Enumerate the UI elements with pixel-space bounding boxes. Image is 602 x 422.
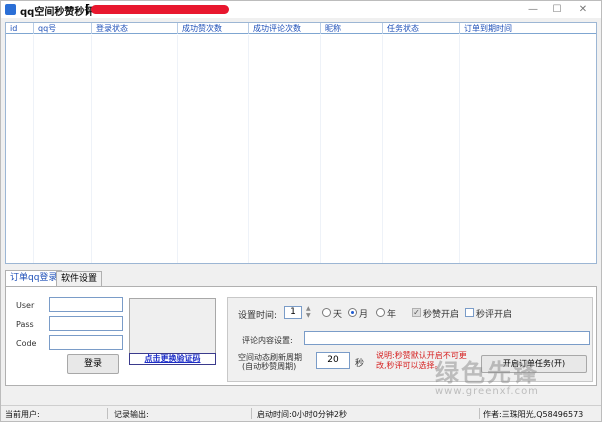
code-input[interactable] <box>49 335 123 350</box>
radio-month[interactable] <box>348 308 357 317</box>
radio-year-label: 年 <box>387 310 397 320</box>
radio-day-label: 天 <box>333 310 343 320</box>
comment-checkbox[interactable] <box>465 308 474 317</box>
pass-input[interactable] <box>49 316 123 331</box>
radio-month-label: 月 <box>359 310 369 320</box>
time-label: 设置时间: <box>238 311 278 321</box>
comment-checkbox-label: 秒评开启 <box>476 310 513 320</box>
captcha-image[interactable] <box>129 298 216 354</box>
user-label: User <box>16 301 35 310</box>
status-author: 作者:三珠阳光,Q58496573 <box>483 410 584 419</box>
window-title: qq空间秒赞秒评 <box>20 7 95 18</box>
tab-order-login[interactable]: 订单qq登录 <box>5 270 63 286</box>
login-button[interactable]: 登录 <box>67 354 119 374</box>
app-icon <box>5 4 16 15</box>
title-bar: qq空间秒赞秒评 [ — ☐ ✕ <box>1 1 601 18</box>
title-bracket: [ <box>85 2 91 15</box>
column-header-comment-count[interactable]: 成功评论次数 <box>249 23 321 34</box>
table-header: id qq号 登录状态 成功赞次数 成功评论次数 昵称 任务状态 订单到期时间 <box>6 23 596 34</box>
status-current-user: 当前用户: <box>5 410 40 419</box>
spin-down-icon[interactable]: ▼ <box>306 313 311 319</box>
user-input[interactable] <box>49 297 123 312</box>
status-log-output: 记录输出: <box>114 410 149 419</box>
column-header-like-count[interactable]: 成功赞次数 <box>178 23 249 34</box>
code-label: Code <box>16 339 37 348</box>
table-body <box>6 35 596 263</box>
like-checkbox: ✓ <box>412 308 421 317</box>
radio-year[interactable] <box>376 308 385 317</box>
main-window: qq空间秒赞秒评 [ — ☐ ✕ id qq号 登录状态 成功赞次数 成功评论次… <box>0 0 602 422</box>
column-header-id[interactable]: id <box>6 23 34 34</box>
cycle-input[interactable]: 20 <box>316 352 350 369</box>
cycle-unit: 秒 <box>355 359 365 369</box>
pass-label: Pass <box>16 320 34 329</box>
status-bar: 当前用户: 记录输出: 启动时间:0小时0分钟2秒 作者:三珠阳光,Q58496… <box>1 405 601 421</box>
watermark: 绿色先锋 www.greenxf.com <box>435 353 585 397</box>
close-button[interactable]: ✕ <box>569 1 597 18</box>
radio-day[interactable] <box>322 308 331 317</box>
order-table[interactable]: id qq号 登录状态 成功赞次数 成功评论次数 昵称 任务状态 订单到期时间 <box>5 22 597 264</box>
column-header-nickname[interactable]: 昵称 <box>321 23 383 34</box>
column-header-qq[interactable]: qq号 <box>34 23 92 34</box>
time-spinner[interactable]: 1 <box>284 306 302 319</box>
cycle-sublabel: (自动秒赞周期) <box>242 362 297 371</box>
maximize-button[interactable]: ☐ <box>543 1 571 18</box>
refresh-captcha-button[interactable]: 点击更换验证码 <box>129 353 216 365</box>
watermark-text: 绿色先锋 <box>435 359 539 387</box>
like-checkbox-label: 秒赞开启 <box>423 310 460 320</box>
tab-software-settings[interactable]: 软件设置 <box>56 271 103 286</box>
redaction-mark <box>91 5 229 14</box>
column-header-login-status[interactable]: 登录状态 <box>92 23 178 34</box>
comment-content-label: 评论内容设置: <box>242 336 293 345</box>
column-header-expiry[interactable]: 订单到期时间 <box>460 23 596 34</box>
watermark-url: www.greenxf.com <box>435 386 539 397</box>
status-uptime: 启动时间:0小时0分钟2秒 <box>257 410 347 419</box>
column-header-task-status[interactable]: 任务状态 <box>383 23 460 34</box>
comment-content-input[interactable] <box>304 331 590 345</box>
